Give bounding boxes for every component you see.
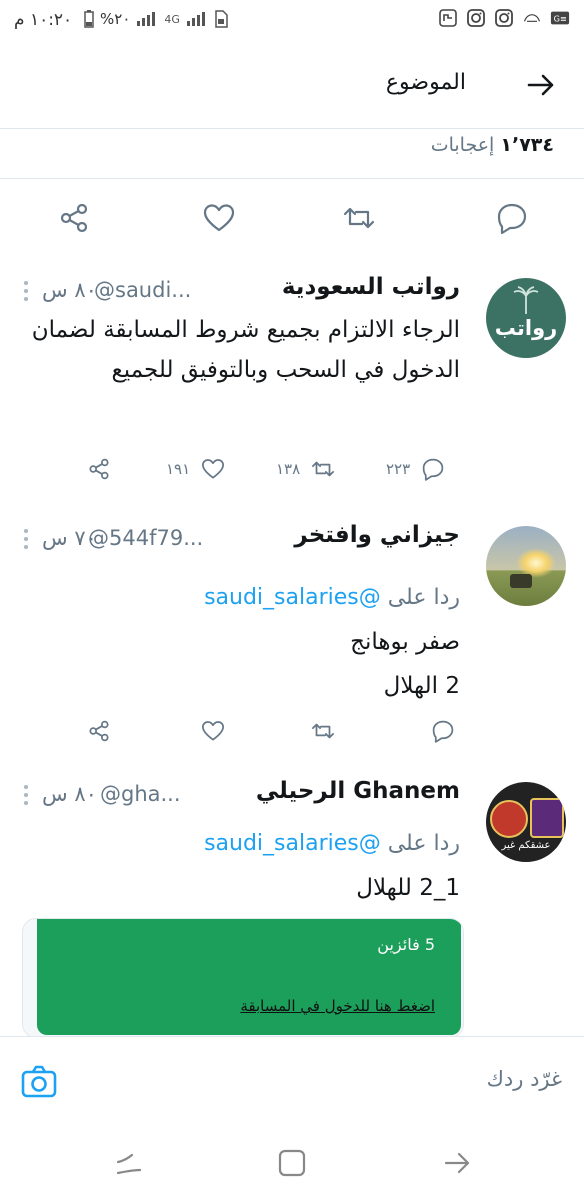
tweet-text-line: 2 الهلال bbox=[383, 673, 460, 699]
user-handle: @gha... bbox=[100, 782, 181, 806]
tweet-text-line: صفر بوهانج bbox=[350, 629, 460, 655]
main-tweet-actions bbox=[0, 178, 584, 259]
card-content: 5 فائزين اضغط هنا للدخول في المسابقة bbox=[37, 919, 461, 1035]
retweet-icon bbox=[312, 461, 335, 477]
home-icon[interactable] bbox=[275, 1146, 309, 1180]
avatar-text: عشقكم غير bbox=[501, 840, 551, 851]
like-count: ١٩١ bbox=[166, 460, 191, 478]
likes-count: ١٬٧٣٤ bbox=[500, 134, 554, 156]
network-type: 4G bbox=[164, 12, 180, 26]
tweet-time: ٨٠ س bbox=[42, 782, 97, 806]
status-time: ١٠:٢٠ م bbox=[14, 10, 73, 30]
tweet-text: الرجاء الالتزام بجميع شروط المسابقة لضما… bbox=[31, 317, 460, 383]
card-entry-link[interactable]: اضغط هنا للدخول في المسابقة bbox=[240, 997, 435, 1015]
battery-icon bbox=[84, 10, 94, 28]
reply-input[interactable]: غرّد ردك bbox=[487, 1067, 562, 1091]
recent-apps-icon[interactable] bbox=[112, 1146, 146, 1180]
card-winners: 5 فائزين bbox=[377, 935, 435, 954]
share-action[interactable] bbox=[86, 716, 112, 746]
retweet-action[interactable] bbox=[310, 716, 336, 746]
tweet-body: ردا على @saudi_salaries صفر بوهانج 2 اله… bbox=[20, 576, 460, 708]
like-icon bbox=[202, 459, 225, 479]
tweet-header: رواتب السعودية @saudi... ٨٠ س bbox=[20, 274, 460, 308]
reply-to-line: ردا على @saudi_salaries bbox=[20, 576, 460, 620]
share-icon bbox=[89, 458, 109, 480]
more-vert-icon[interactable] bbox=[20, 784, 32, 806]
tweet-body: ردا على @saudi_salaries 1_2 للهلال bbox=[20, 822, 460, 910]
launcher-image bbox=[510, 574, 532, 588]
tweet-actions bbox=[86, 716, 460, 746]
status-indicators: %٢٠ 4G bbox=[84, 10, 228, 28]
tweet-time: ٨٠ س bbox=[42, 278, 97, 302]
signal-icon-2 bbox=[186, 12, 205, 26]
tweet-actions: ١٩١ ١٣٨ ٢٢٣ bbox=[86, 454, 460, 484]
display-name[interactable]: رواتب السعودية bbox=[282, 274, 460, 300]
notification-app-icon bbox=[439, 9, 457, 27]
avatar[interactable]: رواتب bbox=[486, 278, 566, 358]
reply-to-mention[interactable]: @saudi_salaries bbox=[204, 831, 381, 856]
signal-icon bbox=[137, 12, 156, 26]
avatar-text: رواتب bbox=[494, 316, 558, 340]
tweet-time: ٧٠ س bbox=[42, 526, 97, 550]
status-notifications: G≡ bbox=[438, 8, 570, 28]
status-bar: ١٠:٢٠ م %٢٠ 4G G≡ bbox=[0, 0, 584, 40]
like-action[interactable] bbox=[200, 716, 226, 746]
user-handle: @saudi... bbox=[94, 278, 192, 302]
user-handle: @544f79... bbox=[88, 526, 204, 550]
battery-percent: %٢٠ bbox=[100, 10, 131, 28]
avatar[interactable]: عشقكم غير bbox=[486, 782, 566, 862]
tweet-header: جيزاني وافتخر @544f79... ٧٠ س bbox=[20, 522, 460, 556]
likes-text: ١٬٧٣٤ إعجابات bbox=[431, 134, 554, 156]
retweet-icon bbox=[312, 723, 334, 739]
likes-summary[interactable]: ١٬٧٣٤ إعجابات bbox=[0, 128, 584, 179]
back-arrow-icon[interactable] bbox=[526, 70, 556, 100]
reply-icon bbox=[432, 720, 454, 743]
share-icon bbox=[89, 720, 109, 742]
display-name[interactable]: الرحيلي Ghanem bbox=[256, 778, 460, 804]
app-header: الموضوع bbox=[0, 40, 584, 129]
instagram-icon-2 bbox=[495, 9, 513, 27]
reply-action[interactable]: ٢٢٣ bbox=[386, 454, 446, 484]
reply-action[interactable] bbox=[430, 716, 456, 746]
more-vert-icon[interactable] bbox=[20, 528, 32, 550]
like-action[interactable]: ١٩١ bbox=[166, 454, 226, 484]
club-crest-image-2 bbox=[530, 798, 564, 838]
palm-icon bbox=[513, 286, 539, 314]
sim-icon bbox=[215, 10, 228, 28]
reply-icon bbox=[422, 458, 444, 481]
translate-icon: G≡ bbox=[550, 11, 570, 25]
tweet-item[interactable]: رواتب رواتب السعودية @saudi... ٨٠ س الرج… bbox=[0, 258, 584, 507]
share-action[interactable] bbox=[86, 454, 112, 484]
like-icon[interactable] bbox=[201, 200, 237, 236]
more-vert-icon[interactable] bbox=[20, 280, 32, 302]
reply-composer: غرّد ردك bbox=[0, 1036, 584, 1127]
media-card[interactable]: 5 فائزين اضغط هنا للدخول في المسابقة bbox=[22, 918, 464, 1038]
instagram-icon bbox=[467, 9, 485, 27]
retweet-icon[interactable] bbox=[341, 200, 377, 236]
system-nav-bar bbox=[0, 1126, 584, 1200]
like-icon bbox=[202, 721, 224, 741]
tweet-header: الرحيلي Ghanem @gha... ٨٠ س bbox=[20, 778, 460, 812]
tweet-text-line: 1_2 للهلال bbox=[356, 875, 460, 901]
avatar[interactable] bbox=[486, 526, 566, 606]
display-name[interactable]: جيزاني وافتخر bbox=[294, 522, 460, 548]
reply-to-label: ردا على bbox=[387, 831, 460, 856]
retweet-count: ١٣٨ bbox=[276, 460, 301, 478]
club-crest-image bbox=[490, 800, 528, 838]
notification-icon bbox=[523, 14, 541, 22]
likes-label: إعجابات bbox=[430, 134, 495, 156]
camera-icon[interactable] bbox=[20, 1063, 58, 1101]
page-title: الموضوع bbox=[385, 70, 466, 95]
retweet-action[interactable]: ١٣٨ bbox=[276, 454, 336, 484]
reply-to-label: ردا على bbox=[387, 585, 460, 610]
back-nav-icon[interactable] bbox=[440, 1146, 474, 1180]
reply-to-line: ردا على @saudi_salaries bbox=[20, 822, 460, 866]
svg-text:G≡: G≡ bbox=[554, 14, 567, 24]
reply-to-mention[interactable]: @saudi_salaries bbox=[204, 585, 381, 610]
share-icon[interactable] bbox=[56, 200, 92, 236]
reply-icon[interactable] bbox=[494, 200, 530, 236]
reply-count: ٢٢٣ bbox=[386, 460, 411, 478]
tweet-item[interactable]: جيزاني وافتخر @544f79... ٧٠ س ردا على @s… bbox=[0, 506, 584, 763]
